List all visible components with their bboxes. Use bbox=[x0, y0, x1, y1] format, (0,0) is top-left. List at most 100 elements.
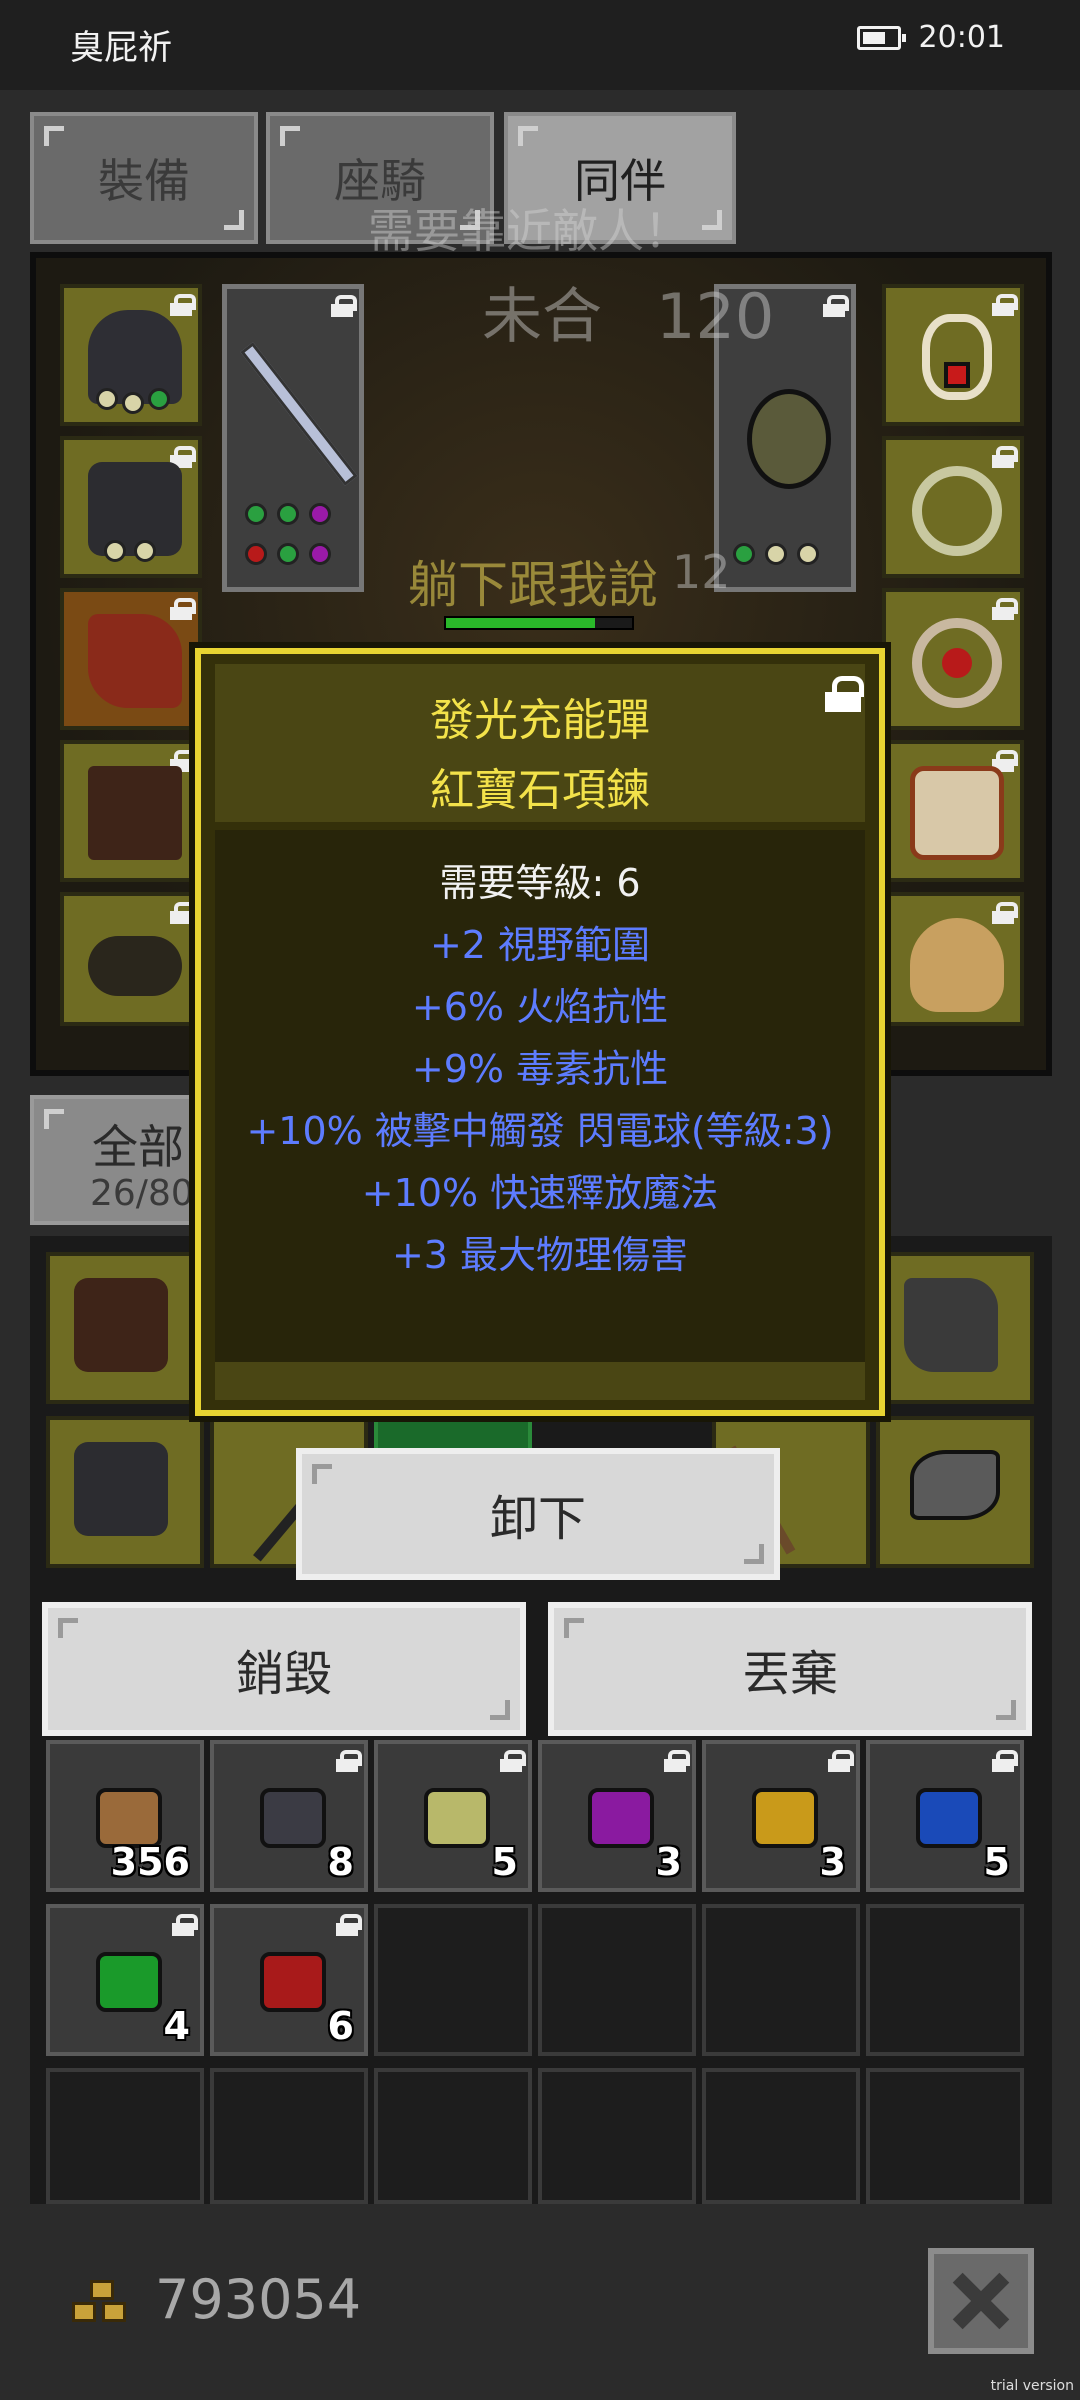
lock-icon bbox=[992, 446, 1018, 468]
tab-label: 裝備 bbox=[98, 154, 190, 208]
stat-line: +6% 火焰抗性 bbox=[411, 985, 669, 1029]
stat-line: +2 視野範圍 bbox=[429, 923, 651, 967]
inventory-slot[interactable] bbox=[46, 1416, 204, 1568]
inventory-slot[interactable]: 3 bbox=[538, 1740, 696, 1892]
empty-slot[interactable] bbox=[46, 2068, 204, 2204]
amulet-slot[interactable] bbox=[882, 284, 1024, 426]
app-name: 臭屁祈 bbox=[70, 28, 172, 68]
inventory-slot[interactable]: 356 bbox=[46, 1740, 204, 1892]
tooltip-header: 發光充能彈 紅寶石項鍊 bbox=[215, 664, 865, 822]
battery-icon bbox=[856, 25, 906, 50]
shield-icon bbox=[747, 389, 831, 489]
lock-icon bbox=[823, 295, 849, 317]
item-count: 3 bbox=[655, 1840, 682, 1884]
chest-armor-icon bbox=[74, 1442, 168, 1536]
status-right: 20:01 bbox=[856, 20, 1005, 55]
inventory-slot[interactable]: 3 bbox=[702, 1740, 860, 1892]
armor-slot[interactable] bbox=[60, 436, 202, 578]
scroll-icon bbox=[910, 766, 1004, 860]
empty-slot[interactable] bbox=[866, 2068, 1024, 2204]
item-count: 356 bbox=[110, 1840, 190, 1884]
inventory-capacity: 26/80 bbox=[90, 1173, 194, 1214]
sapphire-gem-icon bbox=[916, 1788, 982, 1848]
weapon-slot[interactable] bbox=[222, 284, 364, 592]
empty-slot[interactable] bbox=[702, 2068, 860, 2204]
status-bar: 臭屁祈 20:01 bbox=[0, 0, 1080, 90]
empty-slot[interactable] bbox=[210, 2068, 368, 2204]
empty-slot[interactable] bbox=[374, 1904, 532, 2056]
empty-slot[interactable] bbox=[538, 1904, 696, 2056]
level-requirement: 需要等級: 6 bbox=[439, 861, 641, 905]
lock-icon bbox=[992, 598, 1018, 620]
item-count: 6 bbox=[327, 2004, 354, 2048]
gloves-slot[interactable] bbox=[60, 588, 202, 730]
item-count: 5 bbox=[983, 1840, 1010, 1884]
lock-icon bbox=[992, 1750, 1018, 1772]
empty-slot[interactable] bbox=[538, 2068, 696, 2204]
gauntlet-icon bbox=[904, 1278, 998, 1372]
axe-icon bbox=[910, 1450, 1000, 1520]
item-count: 3 bbox=[819, 1840, 846, 1884]
tooltip-body: 需要等級: 6 +2 視野範圍 +6% 火焰抗性 +9% 毒素抗性 +10% 被… bbox=[215, 830, 865, 1370]
lock-icon[interactable] bbox=[825, 676, 864, 712]
inventory-slot[interactable]: 6 bbox=[210, 1904, 368, 2056]
inventory-slot[interactable] bbox=[46, 1252, 204, 1404]
item-count: 4 bbox=[163, 2004, 190, 2048]
lock-icon bbox=[500, 1750, 526, 1772]
approach-enemy-text: 需要靠近敵人！ bbox=[368, 204, 690, 258]
lock-icon bbox=[664, 1750, 690, 1772]
stat-line: +3 最大物理傷害 bbox=[391, 1233, 689, 1277]
belt-slot[interactable] bbox=[60, 892, 202, 1026]
empty-slot[interactable] bbox=[374, 2068, 532, 2204]
lock-icon bbox=[992, 294, 1018, 316]
ring-slot-2[interactable] bbox=[882, 588, 1024, 730]
lock-icon bbox=[331, 295, 357, 317]
dark-gem-icon bbox=[260, 1788, 326, 1848]
inventory-slot[interactable]: 5 bbox=[866, 1740, 1024, 1892]
boots-icon bbox=[88, 766, 182, 860]
boots-slot[interactable] bbox=[60, 740, 202, 882]
close-icon[interactable] bbox=[928, 2248, 1034, 2354]
empty-slot[interactable] bbox=[702, 1904, 860, 2056]
item-prefix: 發光充能彈 bbox=[430, 695, 650, 746]
ruby-gem-icon bbox=[260, 1952, 326, 2012]
item-count: 5 bbox=[491, 1840, 518, 1884]
discard-label: 丟棄 bbox=[741, 1646, 838, 1702]
purple-gem-icon bbox=[588, 1788, 654, 1848]
tooltip-footer bbox=[215, 1362, 865, 1400]
scroll-slot[interactable] bbox=[882, 740, 1024, 882]
destroy-label: 銷毀 bbox=[235, 1646, 332, 1702]
yellow-gem-icon bbox=[424, 1788, 490, 1848]
inventory-slot[interactable]: 8 bbox=[210, 1740, 368, 1892]
tab-equipment[interactable]: 裝備 bbox=[30, 112, 258, 244]
watermark: trial version bbox=[990, 2378, 1074, 2394]
chat-name: 躺下跟我說 bbox=[408, 556, 658, 614]
chat-suffix: 12 bbox=[672, 545, 731, 599]
inventory-slot[interactable] bbox=[876, 1252, 1034, 1404]
health-bar bbox=[444, 616, 634, 630]
gloves-icon bbox=[88, 614, 182, 708]
lock-icon bbox=[170, 902, 196, 924]
enemy-value: 120 bbox=[656, 280, 775, 353]
empty-slot[interactable] bbox=[866, 1904, 1024, 2056]
enemy-name: 未合 bbox=[482, 282, 602, 352]
helmet-slot[interactable] bbox=[60, 284, 202, 426]
inventory-slot[interactable]: 5 bbox=[374, 1740, 532, 1892]
boots-icon bbox=[74, 1278, 168, 1372]
chest-armor-icon bbox=[88, 462, 182, 556]
clock: 20:01 bbox=[918, 20, 1005, 55]
stat-line: +10% 被擊中觸發 閃電球(等級:3) bbox=[246, 1109, 834, 1153]
inventory-slot[interactable] bbox=[876, 1416, 1034, 1568]
inventory-slot[interactable]: 4 bbox=[46, 1904, 204, 2056]
charm-slot[interactable] bbox=[882, 892, 1024, 1026]
lock-icon bbox=[170, 598, 196, 620]
destroy-button[interactable]: 銷毀 bbox=[42, 1602, 526, 1736]
gold-amount: 793054 bbox=[155, 2268, 362, 2331]
unequip-button[interactable]: 卸下 bbox=[296, 1448, 780, 1580]
sword-icon bbox=[240, 342, 358, 486]
discard-button[interactable]: 丟棄 bbox=[548, 1602, 1032, 1736]
ring-icon bbox=[912, 466, 1002, 556]
unequip-label: 卸下 bbox=[489, 1491, 586, 1547]
ring-slot-1[interactable] bbox=[882, 436, 1024, 578]
emerald-gem-icon bbox=[96, 1952, 162, 2012]
